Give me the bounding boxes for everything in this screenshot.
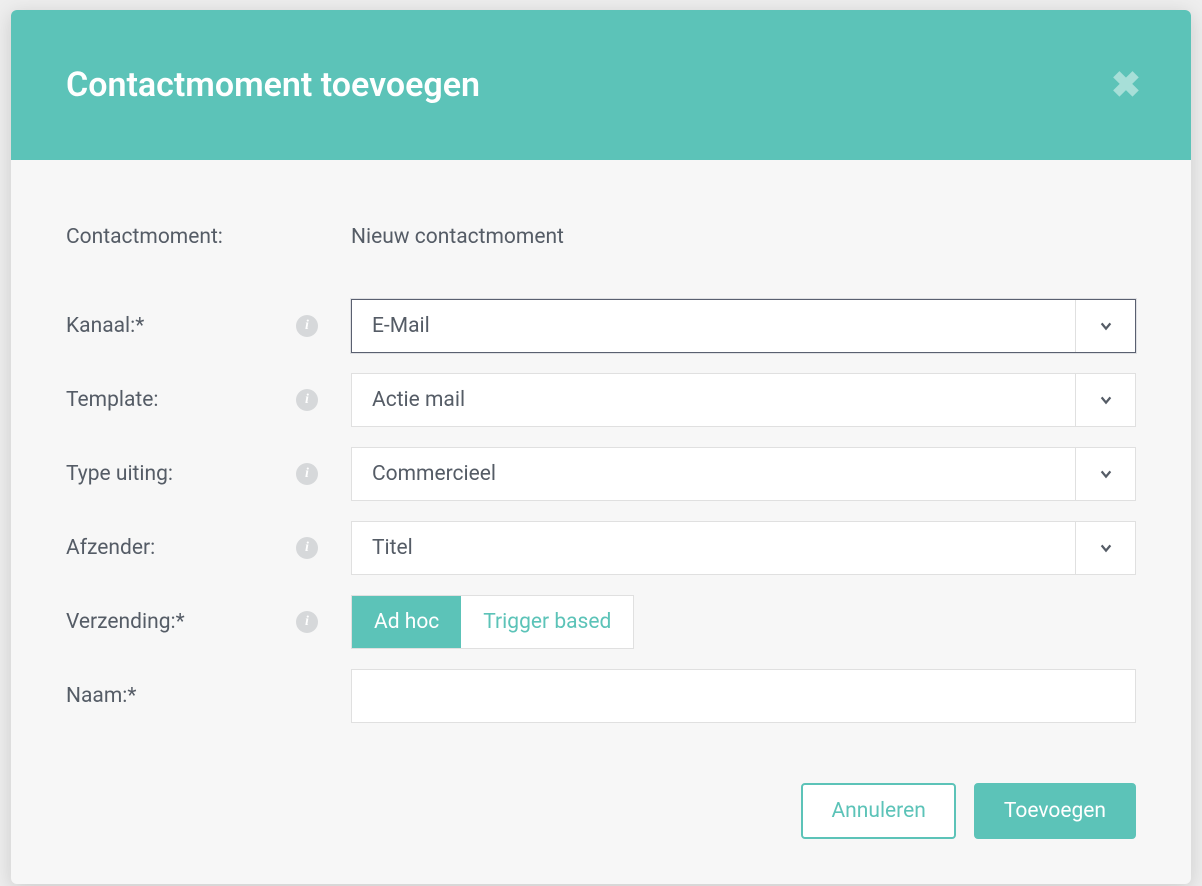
- select-afzender-value: Titel: [352, 536, 433, 560]
- label-type-uiting: Type uiting:: [66, 462, 296, 486]
- close-icon[interactable]: ✖: [1111, 67, 1141, 103]
- chevron-down-icon: [1099, 393, 1113, 407]
- row-verzending: Verzending:* i Ad hoc Trigger based: [66, 595, 1136, 649]
- select-handle: [1075, 374, 1135, 426]
- select-template-value: Actie mail: [352, 388, 485, 412]
- modal-footer: Annuleren Toevoegen: [11, 753, 1191, 884]
- info-icon[interactable]: i: [296, 463, 318, 485]
- modal-dialog: Contactmoment toevoegen ✖ Contactmoment:…: [11, 10, 1191, 884]
- row-kanaal: Kanaal:* i E-Mail: [66, 299, 1136, 353]
- modal-title: Contactmoment toevoegen: [66, 65, 480, 105]
- row-contactmoment: Contactmoment: Nieuw contactmoment: [66, 210, 1136, 264]
- select-handle: [1075, 300, 1135, 352]
- toggle-verzending: Ad hoc Trigger based: [351, 595, 634, 649]
- label-kanaal: Kanaal:*: [66, 314, 296, 338]
- label-contactmoment: Contactmoment:: [66, 225, 296, 249]
- label-naam: Naam:*: [66, 684, 296, 708]
- info-icon[interactable]: i: [296, 537, 318, 559]
- select-afzender[interactable]: Titel: [351, 521, 1136, 575]
- row-type-uiting: Type uiting: i Commercieel: [66, 447, 1136, 501]
- toggle-trigger-based[interactable]: Trigger based: [461, 596, 633, 648]
- chevron-down-icon: [1099, 319, 1113, 333]
- info-icon[interactable]: i: [296, 315, 318, 337]
- modal-header: Contactmoment toevoegen ✖: [11, 10, 1191, 160]
- select-template[interactable]: Actie mail: [351, 373, 1136, 427]
- label-template: Template:: [66, 388, 296, 412]
- label-afzender: Afzender:: [66, 536, 296, 560]
- info-icon[interactable]: i: [296, 611, 318, 633]
- submit-button[interactable]: Toevoegen: [974, 783, 1136, 839]
- select-kanaal-value: E-Mail: [352, 314, 450, 338]
- info-icon[interactable]: i: [296, 389, 318, 411]
- select-type-uiting[interactable]: Commercieel: [351, 447, 1136, 501]
- select-kanaal[interactable]: E-Mail: [351, 299, 1136, 353]
- row-afzender: Afzender: i Titel: [66, 521, 1136, 575]
- cancel-button[interactable]: Annuleren: [801, 783, 955, 839]
- value-contactmoment: Nieuw contactmoment: [351, 225, 564, 249]
- select-handle: [1075, 522, 1135, 574]
- row-template: Template: i Actie mail: [66, 373, 1136, 427]
- chevron-down-icon: [1099, 541, 1113, 555]
- row-naam: Naam:*: [66, 669, 1136, 723]
- input-naam[interactable]: [351, 669, 1136, 723]
- modal-body: Contactmoment: Nieuw contactmoment Kanaa…: [11, 160, 1191, 753]
- label-verzending: Verzending:*: [66, 610, 296, 634]
- select-handle: [1075, 448, 1135, 500]
- toggle-adhoc[interactable]: Ad hoc: [352, 596, 461, 648]
- chevron-down-icon: [1099, 467, 1113, 481]
- select-type-uiting-value: Commercieel: [352, 462, 516, 486]
